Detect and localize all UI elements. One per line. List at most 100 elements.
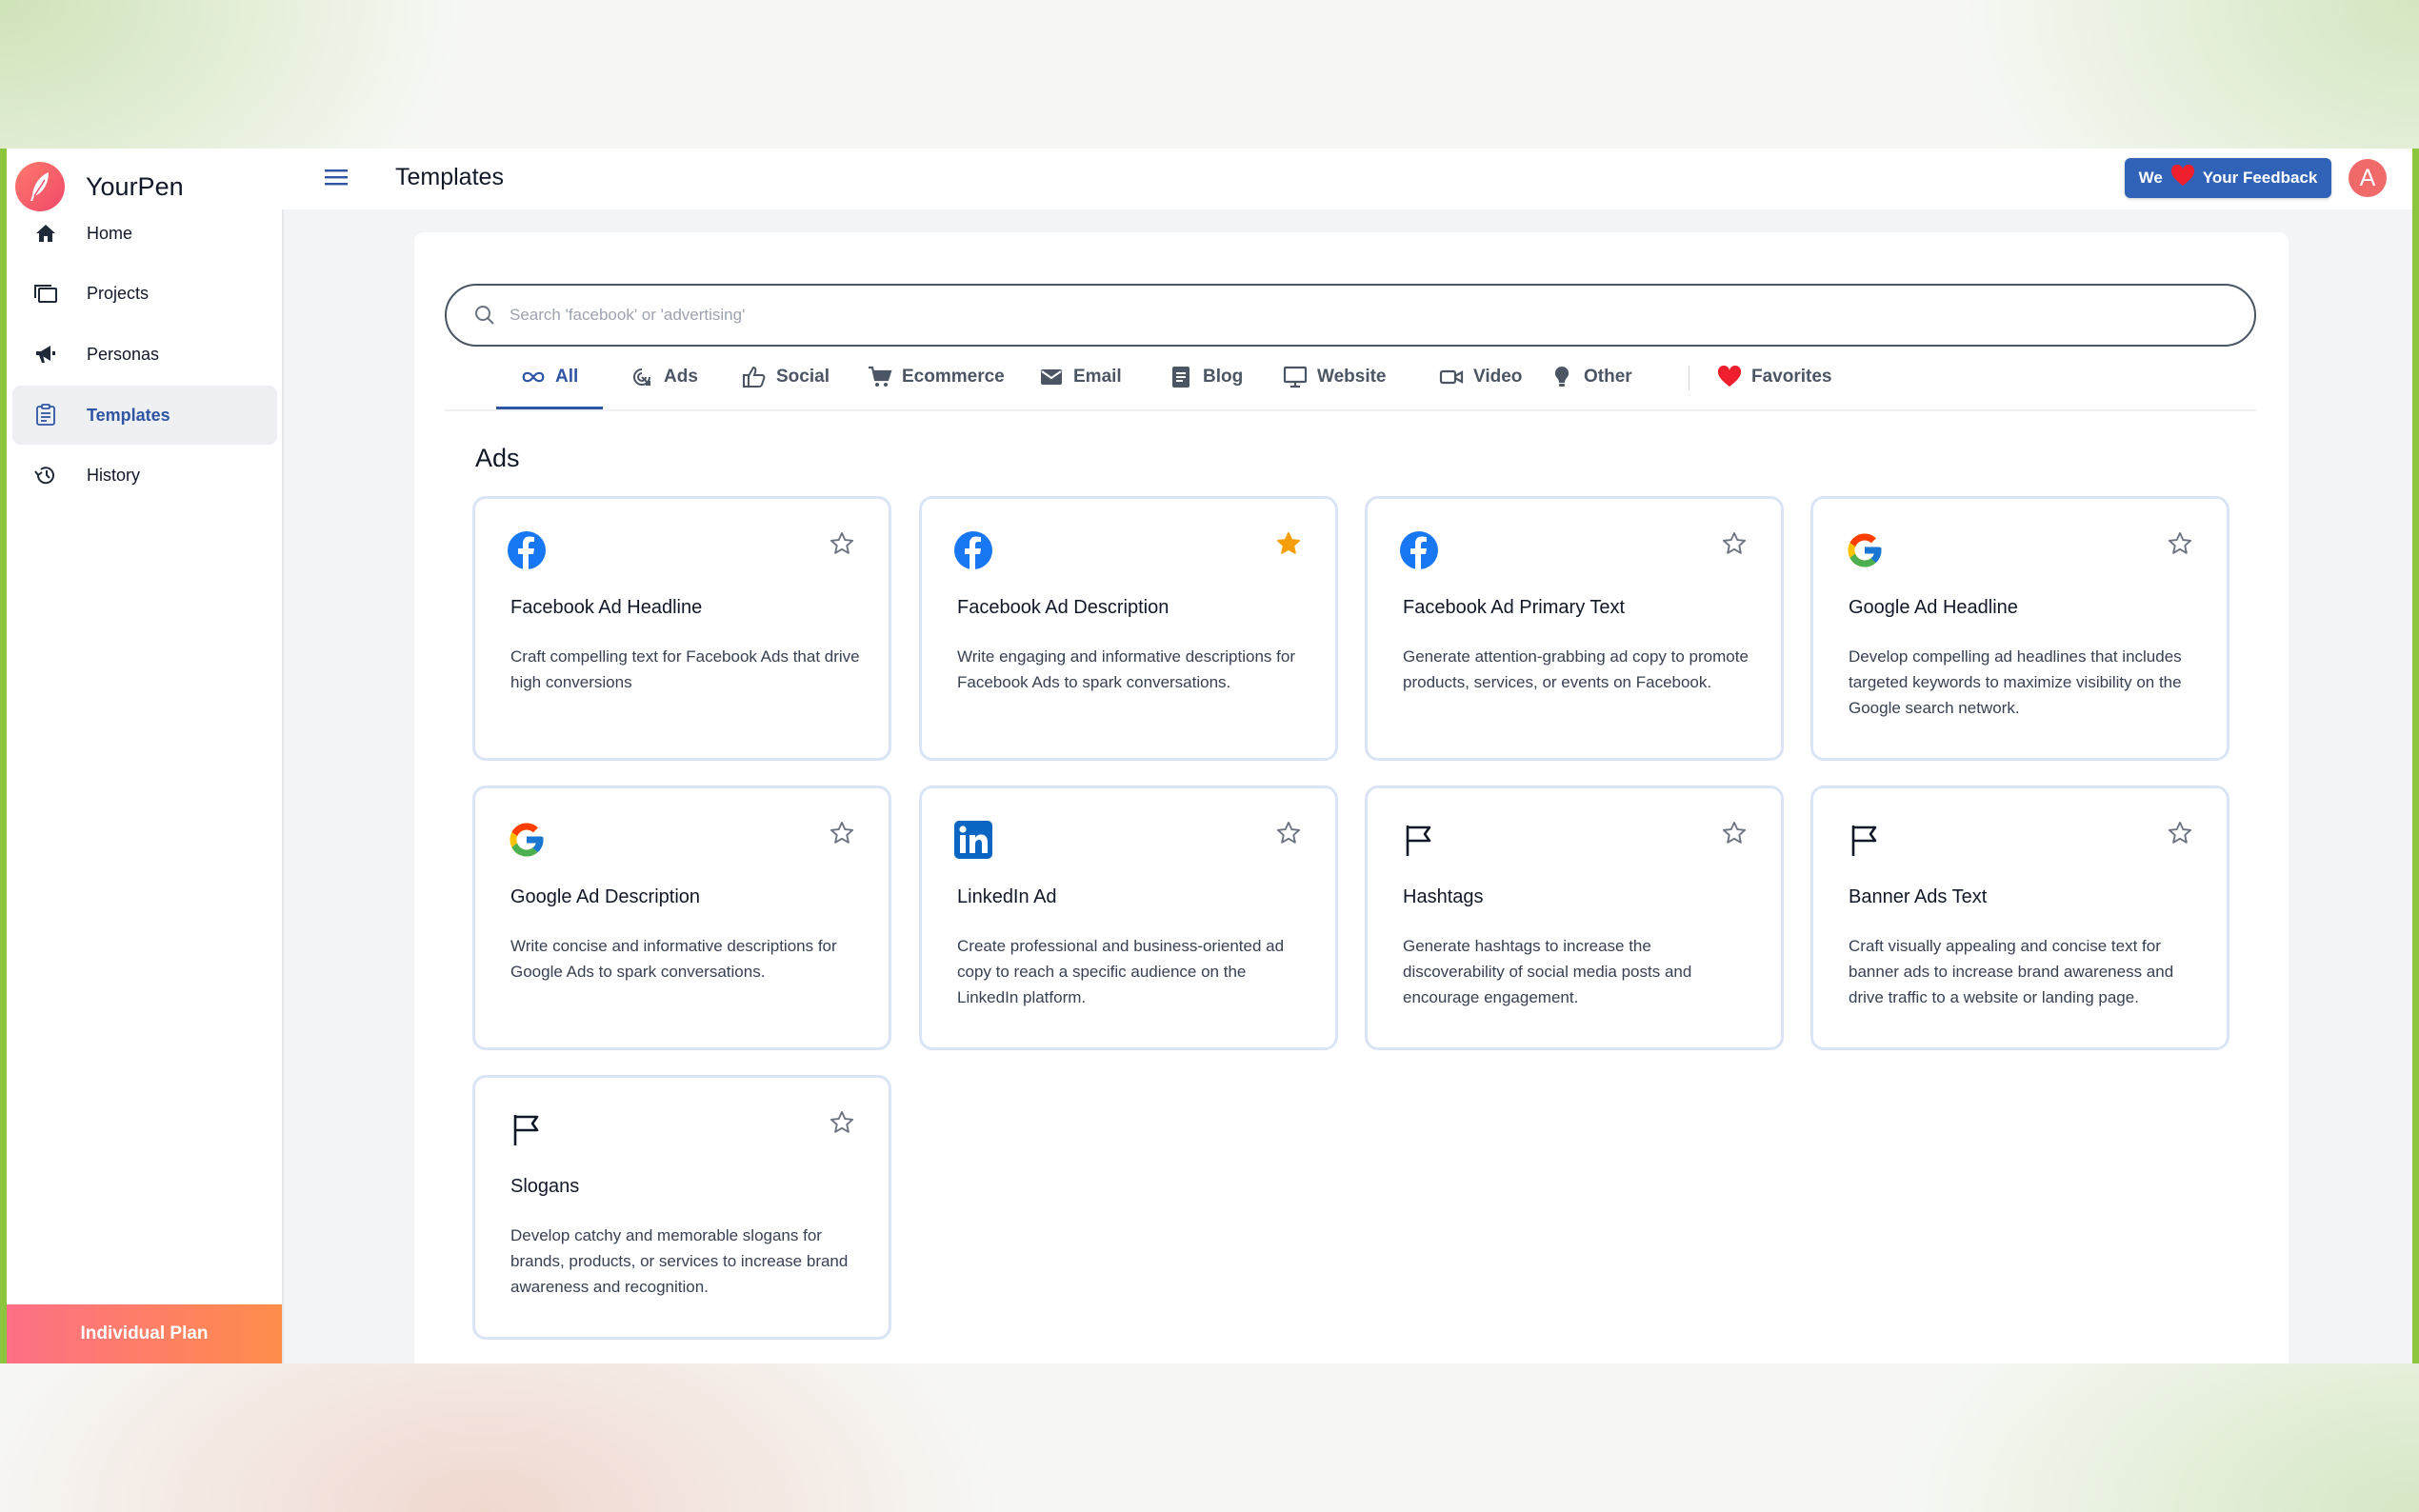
tab-label: Email — [1073, 367, 1122, 387]
thumbs-up-icon — [742, 365, 767, 389]
tab-website[interactable]: Website — [1283, 347, 1387, 408]
monitor-icon — [1283, 365, 1308, 389]
tab-other[interactable]: Other — [1549, 347, 1632, 408]
megaphone-icon — [31, 340, 60, 368]
card-title: Banner Ads Text — [1849, 886, 1988, 907]
avatar[interactable]: A — [2349, 159, 2387, 197]
search-icon — [473, 304, 496, 327]
sidebar-item-home[interactable]: Home — [12, 204, 277, 263]
sidebar-item-projects[interactable]: Projects — [12, 264, 277, 323]
card-description: Develop compelling ad headlines that inc… — [1849, 647, 2182, 717]
star-icon[interactable] — [2167, 530, 2193, 557]
card-description: Generate hashtags to increase the discov… — [1403, 937, 1692, 1006]
sidebar: YourPen Home Projects Personas Templates — [7, 149, 284, 1363]
card-description: Create professional and business-oriente… — [957, 937, 1285, 1006]
page-title: Templates — [395, 164, 504, 190]
brand-name: YourPen — [86, 171, 184, 201]
card-title: Hashtags — [1403, 886, 1484, 907]
feedback-label-pre: We — [2138, 169, 2163, 187]
tab-social[interactable]: Social — [742, 347, 830, 408]
card-description: Write engaging and informative descripti… — [957, 647, 1295, 691]
sidebar-item-personas[interactable]: Personas — [12, 325, 277, 384]
templates-icon — [31, 401, 60, 429]
template-card-google-ad-description[interactable]: Google Ad Description Write concise and … — [472, 786, 891, 1050]
flag-icon — [1845, 820, 1885, 860]
individual-plan-button[interactable]: Individual Plan — [7, 1304, 282, 1363]
sidebar-item-label: Home — [87, 223, 133, 243]
menu-icon[interactable] — [325, 168, 348, 189]
mail-icon — [1039, 365, 1064, 389]
search-bar[interactable] — [445, 284, 2256, 347]
tab-label: Ads — [664, 367, 698, 387]
star-icon[interactable] — [1721, 820, 1748, 846]
tab-label: All — [555, 367, 579, 387]
template-card-facebook-ad-primary-text[interactable]: Facebook Ad Primary Text Generate attent… — [1365, 496, 1784, 761]
tab-label: Social — [776, 367, 830, 387]
target-icon — [630, 365, 654, 389]
sidebar-item-label: History — [87, 465, 141, 485]
flag-icon — [1399, 820, 1439, 860]
tab-label: Other — [1584, 367, 1632, 387]
sidebar-item-history[interactable]: History — [12, 446, 277, 505]
history-icon — [31, 461, 60, 489]
tab-label: Blog — [1203, 367, 1244, 387]
facebook-icon — [953, 530, 993, 570]
card-title: Google Ad Description — [510, 886, 701, 907]
template-card-facebook-ad-description[interactable]: Facebook Ad Description Write engaging a… — [919, 496, 1338, 761]
templates-panel: All Ads Social Ecommerce — [414, 232, 2289, 1363]
star-icon[interactable] — [829, 530, 855, 557]
sidebar-item-templates[interactable]: Templates — [12, 386, 277, 445]
cart-icon — [868, 365, 892, 389]
tab-ads[interactable]: Ads — [630, 347, 698, 408]
top-header: Templates We Your Feedback A — [282, 149, 2412, 209]
star-filled-icon[interactable] — [1275, 530, 1302, 557]
star-icon[interactable] — [2167, 820, 2193, 846]
template-card-linkedin-ad[interactable]: LinkedIn Ad Create professional and busi… — [919, 786, 1338, 1050]
tab-label: Video — [1473, 367, 1523, 387]
facebook-icon — [1399, 530, 1439, 570]
heart-icon — [1717, 365, 1742, 389]
card-description: Write concise and informative descriptio… — [510, 937, 837, 981]
tab-ecommerce[interactable]: Ecommerce — [868, 347, 1005, 408]
card-description: Develop catchy and memorable slogans for… — [510, 1226, 849, 1296]
sidebar-item-label: Templates — [87, 405, 170, 425]
home-icon — [31, 219, 60, 248]
tab-video[interactable]: Video — [1439, 347, 1522, 408]
star-icon[interactable] — [829, 1109, 855, 1136]
google-icon — [507, 820, 547, 860]
projects-icon — [31, 279, 60, 308]
card-description: Craft compelling text for Facebook Ads t… — [510, 647, 860, 691]
template-card-slogans[interactable]: Slogans Develop catchy and memorable slo… — [472, 1075, 891, 1340]
linkedin-icon — [953, 820, 993, 860]
card-title: Facebook Ad Description — [957, 597, 1170, 618]
sidebar-item-label: Projects — [87, 283, 150, 303]
tab-all[interactable]: All — [495, 347, 604, 409]
section-title: Ads — [475, 444, 520, 472]
heart-icon — [2170, 164, 2195, 192]
card-description: Craft visually appealing and concise tex… — [1849, 937, 2174, 1006]
star-icon[interactable] — [1275, 820, 1302, 846]
card-title: Facebook Ad Headline — [510, 597, 703, 618]
tab-favorites[interactable]: Favorites — [1717, 347, 1831, 408]
tab-label: Website — [1317, 367, 1387, 387]
infinity-icon — [521, 365, 546, 389]
template-card-banner-ads-text[interactable]: Banner Ads Text Craft visually appealing… — [1810, 786, 2229, 1050]
sidebar-item-label: Personas — [87, 344, 160, 364]
feedback-label-post: Your Feedback — [2202, 169, 2318, 187]
card-title: LinkedIn Ad — [957, 886, 1057, 907]
star-icon[interactable] — [829, 820, 855, 846]
feedback-button[interactable]: We Your Feedback — [2125, 158, 2331, 198]
card-title: Slogans — [510, 1176, 580, 1197]
tab-email[interactable]: Email — [1039, 347, 1122, 408]
google-icon — [1845, 530, 1885, 570]
tab-blog[interactable]: Blog — [1169, 347, 1243, 408]
template-card-facebook-ad-headline[interactable]: Facebook Ad Headline Craft compelling te… — [472, 496, 891, 761]
lightbulb-icon — [1549, 365, 1574, 389]
tab-label: Favorites — [1751, 367, 1832, 387]
card-title: Facebook Ad Primary Text — [1403, 597, 1626, 618]
star-icon[interactable] — [1721, 530, 1748, 557]
template-card-google-ad-headline[interactable]: Google Ad Headline Develop compelling ad… — [1810, 496, 2229, 761]
window-edge-right — [2412, 149, 2419, 1363]
search-input[interactable] — [508, 305, 2130, 326]
template-card-hashtags[interactable]: Hashtags Generate hashtags to increase t… — [1365, 786, 1784, 1050]
